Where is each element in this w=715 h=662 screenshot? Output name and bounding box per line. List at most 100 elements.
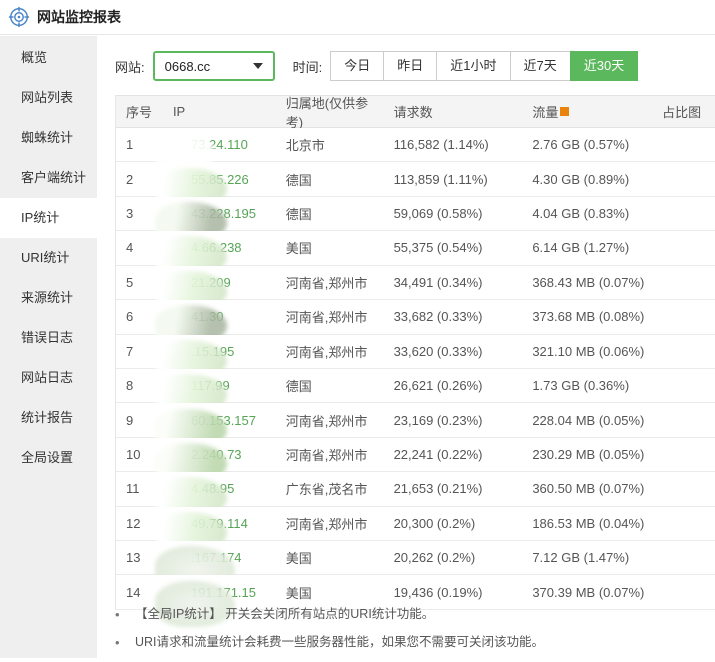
top-bar: 网站监控报表 xyxy=(0,0,715,35)
cell-index: 10 xyxy=(116,447,163,462)
cell-index: 13 xyxy=(116,550,163,565)
cell-location: 德国 xyxy=(276,204,384,223)
cell-traffic: 370.39 MB (0.07%) xyxy=(522,585,650,600)
table-row: 2 55.85.226 德国 113,859 (1.11%) 4.30 GB (… xyxy=(116,162,715,196)
cell-traffic: 228.04 MB (0.05%) xyxy=(522,413,650,428)
cell-ip: 43.228.195 xyxy=(163,206,276,221)
cell-location: 德国 xyxy=(276,170,384,189)
cell-traffic: 6.14 GB (1.27%) xyxy=(522,240,650,255)
time-range-button-4[interactable]: 近7天 xyxy=(510,51,571,81)
footer-note-1: •【全局IP统计】 开关会关闭所有站点的URI统计功能。 xyxy=(115,606,705,623)
ip-address: .167.174 xyxy=(191,550,242,565)
table-header-row: 序号 IP 归属地(仅供参考) 请求数 流量 占比图 xyxy=(116,95,715,128)
cell-index: 6 xyxy=(116,309,163,324)
cell-ip: 49.79.114 xyxy=(163,516,276,531)
cell-ip: .167.174 xyxy=(163,550,276,565)
column-header-ratio: 占比图 xyxy=(650,102,715,121)
cell-location: 河南省,郑州市 xyxy=(276,342,384,361)
cell-ip: 41.30 xyxy=(163,309,276,324)
ip-address: 55.85.226 xyxy=(191,172,249,187)
site-select-dropdown[interactable]: 0668.cc xyxy=(153,51,275,81)
toolbar: 网站: 0668.cc 时间: 今日昨日近1小时近7天近30天 xyxy=(115,51,638,81)
ip-address: 4.66.238 xyxy=(191,240,242,255)
cell-index: 3 xyxy=(116,206,163,221)
time-range-button-5[interactable]: 近30天 xyxy=(570,51,638,81)
chevron-down-icon xyxy=(253,63,263,69)
table-row: 9 60.153.157 河南省,郑州市 23,169 (0.23%) 228.… xyxy=(116,403,715,437)
sidebar-item-9[interactable]: 网站日志 xyxy=(0,358,97,398)
site-label: 网站: xyxy=(115,57,145,76)
time-range-button-3[interactable]: 近1小时 xyxy=(436,51,510,81)
cell-location: 河南省,郑州市 xyxy=(276,411,384,430)
sidebar-item-3[interactable]: 蜘蛛统计 xyxy=(0,118,97,158)
cell-index: 7 xyxy=(116,344,163,359)
sidebar: 概览网站列表蜘蛛统计客户端统计IP统计URI统计来源统计错误日志网站日志统计报告… xyxy=(0,36,97,658)
column-header-location: 归属地(仅供参考) xyxy=(276,93,384,131)
table-row: 12 49.79.114 河南省,郑州市 20,300 (0.2%) 186.5… xyxy=(116,507,715,541)
cell-requests: 21,653 (0.21%) xyxy=(384,481,523,496)
cell-ip: .15.195 xyxy=(163,344,276,359)
ip-address: 41.30 xyxy=(191,309,224,324)
ip-address: 21.209 xyxy=(191,275,231,290)
traffic-legend-square xyxy=(560,107,569,116)
bullet-icon: • xyxy=(115,634,135,651)
cell-traffic: 7.12 GB (1.47%) xyxy=(522,550,650,565)
column-header-ip: IP xyxy=(163,104,276,119)
target-logo-icon xyxy=(8,6,30,28)
sidebar-item-2[interactable]: 网站列表 xyxy=(0,78,97,118)
sidebar-item-1[interactable]: 概览 xyxy=(0,38,97,78)
cell-traffic: 373.68 MB (0.08%) xyxy=(522,309,650,324)
sidebar-item-6[interactable]: URI统计 xyxy=(0,238,97,278)
table-row: 13 .167.174 美国 20,262 (0.2%) 7.12 GB (1.… xyxy=(116,541,715,575)
cell-index: 8 xyxy=(116,378,163,393)
time-range-button-1[interactable]: 今日 xyxy=(330,51,384,81)
table-row: 14 191.171.15 美国 19,436 (0.19%) 370.39 M… xyxy=(116,575,715,609)
time-range-button-2[interactable]: 昨日 xyxy=(383,51,437,81)
cell-index: 11 xyxy=(116,481,163,496)
ip-address: 49.79.114 xyxy=(191,516,248,531)
page-title: 网站监控报表 xyxy=(37,7,121,27)
cell-location: 德国 xyxy=(276,376,384,395)
sidebar-item-11[interactable]: 全局设置 xyxy=(0,438,97,478)
cell-traffic: 4.30 GB (0.89%) xyxy=(522,172,650,187)
cell-ip: 4.66.238 xyxy=(163,240,276,255)
sidebar-item-4[interactable]: 客户端统计 xyxy=(0,158,97,198)
cell-location: 河南省,郑州市 xyxy=(276,445,384,464)
cell-ip: 4.48.95 xyxy=(163,481,276,496)
sidebar-item-7[interactable]: 来源统计 xyxy=(0,278,97,318)
cell-traffic: 321.10 MB (0.06%) xyxy=(522,344,650,359)
cell-requests: 34,491 (0.34%) xyxy=(384,275,523,290)
cell-requests: 26,621 (0.26%) xyxy=(384,378,523,393)
cell-requests: 22,241 (0.22%) xyxy=(384,447,523,462)
sidebar-item-10[interactable]: 统计报告 xyxy=(0,398,97,438)
ip-address: 117.99 xyxy=(191,378,230,393)
cell-index: 4 xyxy=(116,240,163,255)
cell-index: 14 xyxy=(116,585,163,600)
cell-ip: 2.240.73 xyxy=(163,447,276,462)
cell-index: 9 xyxy=(116,413,163,428)
cell-requests: 116,582 (1.14%) xyxy=(384,137,523,152)
ip-address: .15.195 xyxy=(191,344,234,359)
site-select-value: 0668.cc xyxy=(165,59,211,74)
cell-traffic: 1.73 GB (0.36%) xyxy=(522,378,650,393)
main-content: 网站: 0668.cc 时间: 今日昨日近1小时近7天近30天 序号 IP 归属… xyxy=(97,36,715,658)
time-label: 时间: xyxy=(293,57,323,76)
table-row: 6 41.30 河南省,郑州市 33,682 (0.33%) 373.68 MB… xyxy=(116,300,715,334)
sidebar-item-5[interactable]: IP统计 xyxy=(0,198,97,238)
sidebar-item-8[interactable]: 错误日志 xyxy=(0,318,97,358)
cell-index: 12 xyxy=(116,516,163,531)
table-row: 5 21.209 河南省,郑州市 34,491 (0.34%) 368.43 M… xyxy=(116,266,715,300)
cell-location: 河南省,郑州市 xyxy=(276,307,384,326)
table-row: 3 43.228.195 德国 59,069 (0.58%) 4.04 GB (… xyxy=(116,197,715,231)
cell-requests: 20,262 (0.2%) xyxy=(384,550,523,565)
cell-index: 1 xyxy=(116,137,163,152)
cell-requests: 33,682 (0.33%) xyxy=(384,309,523,324)
cell-ip: 191.171.15 xyxy=(163,585,276,600)
cell-traffic: 360.50 MB (0.07%) xyxy=(522,481,650,496)
footer-notes: •【全局IP统计】 开关会关闭所有站点的URI统计功能。•URI请求和流量统计会… xyxy=(115,606,705,662)
cell-requests: 20,300 (0.2%) xyxy=(384,516,523,531)
cell-location: 美国 xyxy=(276,238,384,257)
cell-requests: 19,436 (0.19%) xyxy=(384,585,523,600)
table-row: 7 .15.195 河南省,郑州市 33,620 (0.33%) 321.10 … xyxy=(116,335,715,369)
cell-location: 河南省,郑州市 xyxy=(276,273,384,292)
